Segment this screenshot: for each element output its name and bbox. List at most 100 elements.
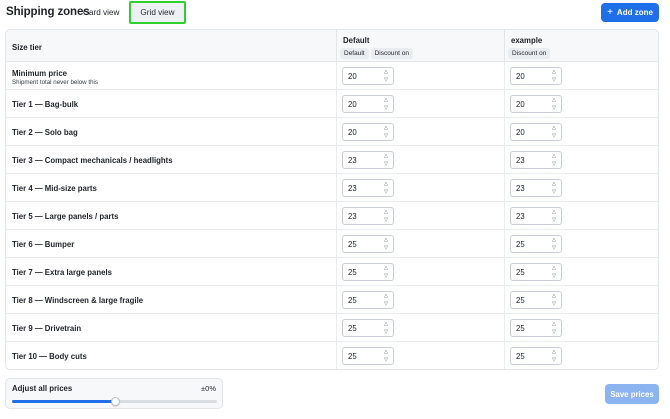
price-value[interactable]: 23 [348,156,357,165]
chevron-up-icon[interactable]: △ [384,125,388,132]
chevron-down-icon[interactable]: ▽ [384,133,388,140]
chevron-up-icon[interactable]: △ [552,97,556,104]
price-value[interactable]: 25 [516,240,525,249]
chevron-up-icon[interactable]: △ [384,349,388,356]
chevron-up-icon[interactable]: △ [384,209,388,216]
chevron-up-icon[interactable]: △ [552,181,556,188]
chevron-up-icon[interactable]: △ [384,237,388,244]
chevron-up-icon[interactable]: △ [552,321,556,328]
add-zone-button[interactable]: + Add zone [601,3,659,22]
chevron-up-icon[interactable]: △ [552,237,556,244]
chevron-down-icon[interactable]: ▽ [552,301,556,308]
plus-icon: + [607,6,613,18]
price-stepper[interactable]: 25 △ ▽ [510,319,562,337]
price-value[interactable]: 23 [516,184,525,193]
price-value[interactable]: 20 [348,128,357,137]
price-stepper[interactable]: 20 △ ▽ [342,95,394,113]
price-value[interactable]: 20 [516,128,525,137]
chevron-up-icon[interactable]: △ [384,265,388,272]
tier-label: Tier 3 — Compact mechanicals / headlight… [12,156,173,165]
price-stepper[interactable]: 25 △ ▽ [510,263,562,281]
price-stepper[interactable]: 25 △ ▽ [342,319,394,337]
price-stepper[interactable]: 23 △ ▽ [342,207,394,225]
chevron-up-icon[interactable]: △ [384,293,388,300]
price-stepper[interactable]: 23 △ ▽ [510,179,562,197]
adjust-slider-thumb[interactable] [110,397,120,406]
chevron-up-icon[interactable]: △ [552,265,556,272]
price-stepper[interactable]: 23 △ ▽ [510,151,562,169]
price-stepper[interactable]: 20 △ ▽ [510,95,562,113]
price-value[interactable]: 23 [516,212,525,221]
chevron-down-icon[interactable]: ▽ [552,77,556,84]
price-value[interactable]: 23 [348,212,357,221]
chevron-up-icon[interactable]: △ [552,125,556,132]
price-stepper[interactable]: 25 △ ▽ [342,235,394,253]
chevron-up-icon[interactable]: △ [384,153,388,160]
chevron-down-icon[interactable]: ▽ [384,217,388,224]
price-value[interactable]: 25 [348,296,357,305]
chevron-down-icon[interactable]: ▽ [384,329,388,336]
price-stepper[interactable]: 25 △ ▽ [510,347,562,365]
chevron-down-icon[interactable]: ▽ [384,77,388,84]
save-prices-button[interactable]: Save prices [605,384,659,404]
price-stepper[interactable]: 20 △ ▽ [342,67,394,85]
price-value[interactable]: 25 [516,268,525,277]
price-cell: 23 △ ▽ [336,174,504,202]
price-value[interactable]: 20 [348,100,357,109]
chevron-down-icon[interactable]: ▽ [552,357,556,364]
adjust-slider-track[interactable] [12,397,217,406]
chevron-up-icon[interactable]: △ [552,69,556,76]
chevron-up-icon[interactable]: △ [384,181,388,188]
chevron-up-icon[interactable]: △ [384,69,388,76]
price-stepper[interactable]: 25 △ ▽ [510,291,562,309]
chevron-down-icon[interactable]: ▽ [552,189,556,196]
chevron-down-icon[interactable]: ▽ [552,273,556,280]
price-value[interactable]: 25 [516,352,525,361]
card-view-tab[interactable]: Card view [77,3,125,22]
price-stepper[interactable]: 25 △ ▽ [510,235,562,253]
price-value[interactable]: 25 [348,240,357,249]
chevron-down-icon[interactable]: ▽ [552,245,556,252]
price-value[interactable]: 23 [516,156,525,165]
chevron-up-icon[interactable]: △ [384,321,388,328]
chevron-up-icon[interactable]: △ [552,293,556,300]
chevron-down-icon[interactable]: ▽ [384,245,388,252]
chevron-down-icon[interactable]: ▽ [384,161,388,168]
price-stepper[interactable]: 25 △ ▽ [342,347,394,365]
price-stepper[interactable]: 25 △ ▽ [342,263,394,281]
price-value[interactable]: 25 [348,268,357,277]
price-stepper[interactable]: 23 △ ▽ [510,207,562,225]
price-stepper[interactable]: 20 △ ▽ [510,67,562,85]
chevron-down-icon[interactable]: ▽ [552,161,556,168]
chevron-down-icon[interactable]: ▽ [384,273,388,280]
chevron-down-icon[interactable]: ▽ [552,105,556,112]
price-stepper[interactable]: 20 △ ▽ [342,123,394,141]
price-stepper[interactable]: 20 △ ▽ [510,123,562,141]
chevron-up-icon[interactable]: △ [552,153,556,160]
price-cell: 25 △ ▽ [336,258,504,286]
price-value[interactable]: 25 [348,324,357,333]
grid-view-tab[interactable]: Grid view [129,1,186,24]
chevron-up-icon[interactable]: △ [552,209,556,216]
stepper-arrows: △ ▽ [549,153,559,168]
chevron-down-icon[interactable]: ▽ [552,217,556,224]
tier-row: Tier 3 — Compact mechanicals / headlight… [6,146,658,174]
price-value[interactable]: 20 [516,72,525,81]
price-value[interactable]: 20 [348,72,357,81]
chevron-down-icon[interactable]: ▽ [552,329,556,336]
chevron-down-icon[interactable]: ▽ [384,357,388,364]
price-stepper[interactable]: 25 △ ▽ [342,291,394,309]
price-value[interactable]: 25 [516,324,525,333]
chevron-down-icon[interactable]: ▽ [384,189,388,196]
chevron-down-icon[interactable]: ▽ [384,301,388,308]
price-value[interactable]: 20 [516,100,525,109]
chevron-down-icon[interactable]: ▽ [384,105,388,112]
price-value[interactable]: 25 [348,352,357,361]
chevron-up-icon[interactable]: △ [384,97,388,104]
price-stepper[interactable]: 23 △ ▽ [342,151,394,169]
price-stepper[interactable]: 23 △ ▽ [342,179,394,197]
chevron-down-icon[interactable]: ▽ [552,133,556,140]
price-value[interactable]: 25 [516,296,525,305]
price-value[interactable]: 23 [348,184,357,193]
chevron-up-icon[interactable]: △ [552,349,556,356]
